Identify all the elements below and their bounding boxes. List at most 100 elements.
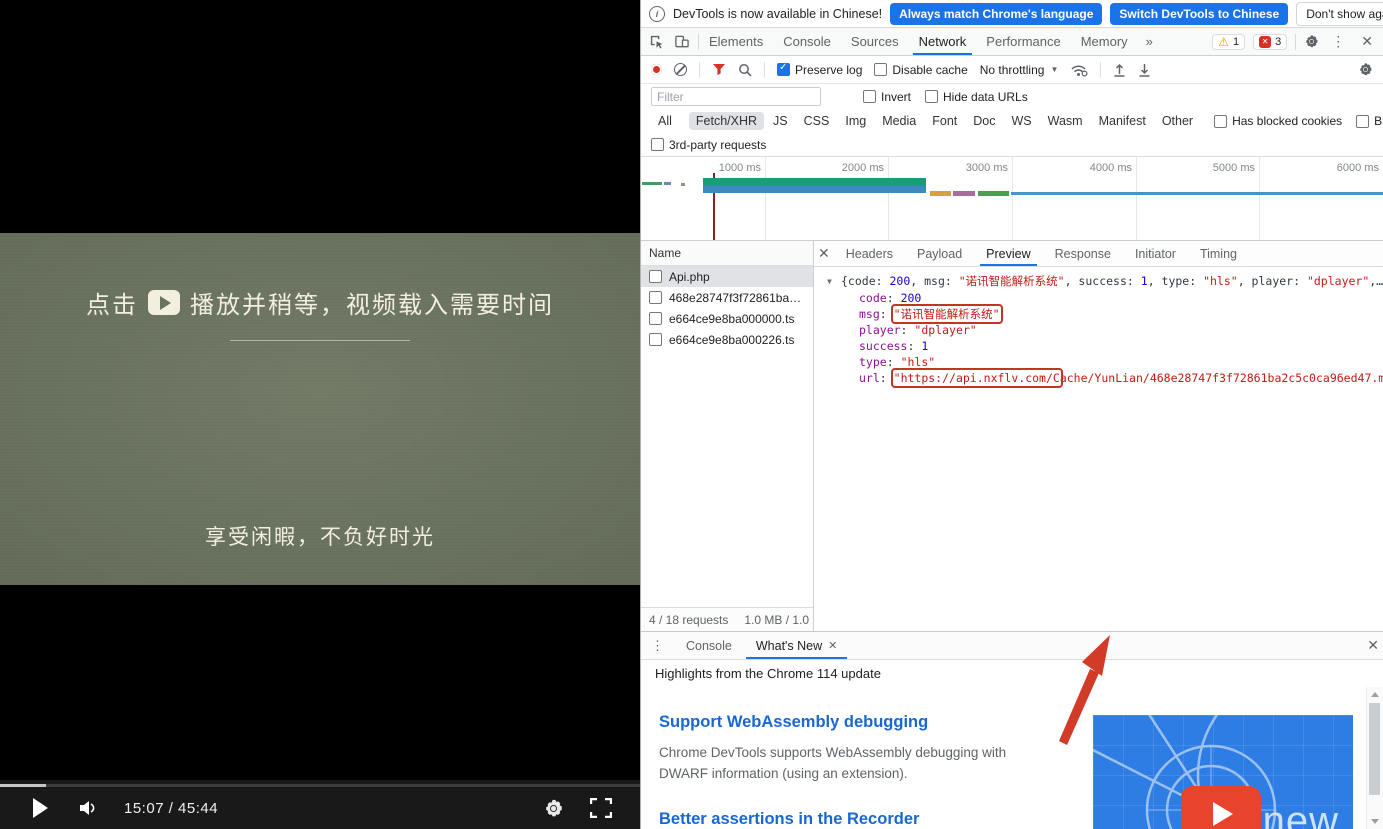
invert-checkbox[interactable] bbox=[863, 90, 876, 103]
type-filter-font[interactable]: Font bbox=[925, 112, 964, 130]
more-tabs-icon[interactable]: » bbox=[1138, 28, 1161, 55]
type-filter-all[interactable]: All bbox=[651, 112, 679, 130]
settings-gear-icon[interactable] bbox=[1304, 34, 1319, 49]
timeline-gridline bbox=[1136, 157, 1137, 240]
throttling-select[interactable]: No throttling ▼ bbox=[980, 63, 1059, 77]
request-checkbox[interactable] bbox=[649, 312, 662, 325]
dont-show-again-button[interactable]: Don't show again bbox=[1296, 2, 1383, 26]
tab-performance[interactable]: Performance bbox=[976, 28, 1070, 55]
request-checkbox[interactable] bbox=[649, 333, 662, 346]
preserve-log-toggle[interactable]: Preserve log bbox=[777, 63, 862, 77]
disable-cache-toggle[interactable]: Disable cache bbox=[874, 63, 967, 77]
match-language-button[interactable]: Always match Chrome's language bbox=[890, 3, 1102, 25]
type-filter-media[interactable]: Media bbox=[875, 112, 923, 130]
third-party-checkbox[interactable] bbox=[651, 138, 664, 151]
request-name: 468e28747f3f72861ba2c5... bbox=[669, 291, 805, 305]
progress-bar[interactable] bbox=[0, 784, 640, 787]
detail-close-icon[interactable]: ✕ bbox=[814, 245, 834, 262]
export-har-icon[interactable] bbox=[1138, 63, 1151, 77]
type-filter-other[interactable]: Other bbox=[1155, 112, 1200, 130]
scroll-down-icon[interactable] bbox=[1371, 819, 1379, 824]
tab-console[interactable]: Console bbox=[773, 28, 841, 55]
type-filter-ws[interactable]: WS bbox=[1004, 112, 1038, 130]
request-row[interactable]: e664ce9e8ba000226.ts bbox=[641, 329, 813, 350]
request-checkbox[interactable] bbox=[649, 291, 662, 304]
detail-tab-headers[interactable]: Headers bbox=[834, 241, 905, 266]
tab-elements[interactable]: Elements bbox=[699, 28, 773, 55]
tab-close-icon[interactable]: ✕ bbox=[828, 639, 837, 652]
preview-json-tree[interactable]: ▼{code: 200, msg: "诺讯智能解析系统", success: 1… bbox=[814, 266, 1383, 631]
type-filter-wasm[interactable]: Wasm bbox=[1041, 112, 1090, 130]
type-filter-fetch-xhr[interactable]: Fetch/XHR bbox=[689, 112, 764, 130]
drawer-menu-icon[interactable]: ⋮ bbox=[641, 632, 674, 659]
tab-network[interactable]: Network bbox=[909, 28, 977, 55]
json-token: "hls" bbox=[901, 355, 936, 369]
whats-new-scrollbar[interactable] bbox=[1366, 687, 1383, 829]
clear-icon[interactable] bbox=[674, 63, 687, 76]
video-frame: 点击 播放并稍等，视频载入需要时间 享受闲暇，不负好时光 bbox=[0, 233, 640, 585]
tab-sources[interactable]: Sources bbox=[841, 28, 909, 55]
warnings-badge[interactable]: ⚠ 1 bbox=[1212, 34, 1245, 50]
filter-check-has-blocked-cookies[interactable]: Has blocked cookies bbox=[1214, 114, 1342, 128]
label: What's New bbox=[756, 639, 822, 653]
inspect-element-icon[interactable] bbox=[649, 34, 664, 49]
whats-new-video-thumbnail[interactable]: new bbox=[1093, 715, 1353, 829]
has-blocked-cookies-checkbox[interactable] bbox=[1214, 115, 1227, 128]
errors-badge[interactable]: ✕ 3 bbox=[1253, 34, 1287, 50]
request-row[interactable]: Api.php bbox=[641, 266, 813, 287]
play-button[interactable] bbox=[33, 798, 48, 818]
disable-cache-checkbox[interactable] bbox=[874, 63, 887, 76]
json-token: "dplayer" bbox=[914, 323, 976, 337]
fullscreen-icon[interactable] bbox=[590, 798, 612, 818]
filter-input[interactable] bbox=[651, 87, 821, 106]
hide-data-urls-toggle[interactable]: Hide data URLs bbox=[925, 90, 1028, 104]
whats-new-section-title[interactable]: Support WebAssembly debugging bbox=[659, 713, 1049, 732]
blocked-requests-checkbox[interactable] bbox=[1356, 115, 1369, 128]
network-overview-timeline[interactable]: 1000 ms2000 ms3000 ms4000 ms5000 ms6000 … bbox=[641, 157, 1383, 241]
request-row[interactable]: 468e28747f3f72861ba2c5... bbox=[641, 287, 813, 308]
scroll-up-icon[interactable] bbox=[1371, 692, 1379, 697]
request-row[interactable]: e664ce9e8ba000000.ts bbox=[641, 308, 813, 329]
detail-tab-timing[interactable]: Timing bbox=[1188, 241, 1249, 266]
preserve-log-checkbox[interactable] bbox=[777, 63, 790, 76]
device-toolbar-icon[interactable] bbox=[674, 34, 690, 49]
scrollbar-thumb[interactable] bbox=[1369, 703, 1380, 795]
devtools-menu-icon[interactable]: ⋮ bbox=[1327, 33, 1349, 50]
detail-tab-preview[interactable]: Preview bbox=[974, 241, 1042, 266]
import-har-icon[interactable] bbox=[1113, 63, 1126, 77]
tab-memory[interactable]: Memory bbox=[1071, 28, 1138, 55]
detail-tab-response[interactable]: Response bbox=[1043, 241, 1123, 266]
detail-tabs: HeadersPayloadPreviewResponseInitiatorTi… bbox=[834, 241, 1249, 266]
hide-data-urls-checkbox[interactable] bbox=[925, 90, 938, 103]
type-filter-css[interactable]: CSS bbox=[797, 112, 837, 130]
video-player[interactable]: 点击 播放并稍等，视频载入需要时间 享受闲暇，不负好时光 15:07 / 45:… bbox=[0, 0, 640, 829]
drawer-close-icon[interactable]: ✕ bbox=[1363, 637, 1383, 654]
network-conditions-icon[interactable] bbox=[1070, 63, 1088, 77]
invert-toggle[interactable]: Invert bbox=[863, 90, 911, 104]
timeline-tick-label: 3000 ms bbox=[938, 162, 1008, 174]
volume-icon[interactable] bbox=[78, 799, 98, 817]
timeline-gridline bbox=[765, 157, 766, 240]
switch-devtools-button[interactable]: Switch DevTools to Chinese bbox=[1110, 3, 1288, 25]
expand-arrow-icon[interactable]: ▼ bbox=[827, 274, 841, 290]
detail-tab-initiator[interactable]: Initiator bbox=[1123, 241, 1188, 266]
devtools-close-icon[interactable]: ✕ bbox=[1357, 33, 1377, 50]
detail-tab-payload[interactable]: Payload bbox=[905, 241, 974, 266]
whats-new-section-title[interactable]: Better assertions in the Recorder bbox=[659, 810, 1049, 829]
request-checkbox[interactable] bbox=[649, 270, 662, 283]
type-filter-img[interactable]: Img bbox=[838, 112, 873, 130]
json-token: 1 bbox=[1141, 274, 1148, 288]
request-list-header[interactable]: Name bbox=[641, 241, 813, 266]
type-filter-manifest[interactable]: Manifest bbox=[1092, 112, 1153, 130]
filter-check-blocked-requests[interactable]: Blocked Requests bbox=[1356, 114, 1383, 128]
drawer-tab-what-s-new[interactable]: What's New ✕ bbox=[744, 632, 850, 659]
third-party-toggle[interactable]: 3rd-party requests bbox=[651, 138, 766, 152]
record-icon[interactable] bbox=[651, 64, 662, 75]
filter-funnel-icon[interactable] bbox=[712, 63, 726, 76]
type-filter-doc[interactable]: Doc bbox=[966, 112, 1002, 130]
search-icon[interactable] bbox=[738, 63, 752, 77]
type-filter-js[interactable]: JS bbox=[766, 112, 795, 130]
player-settings-icon[interactable] bbox=[543, 798, 564, 819]
network-settings-gear-icon[interactable] bbox=[1358, 62, 1373, 77]
drawer-tab-console[interactable]: Console bbox=[674, 632, 744, 659]
